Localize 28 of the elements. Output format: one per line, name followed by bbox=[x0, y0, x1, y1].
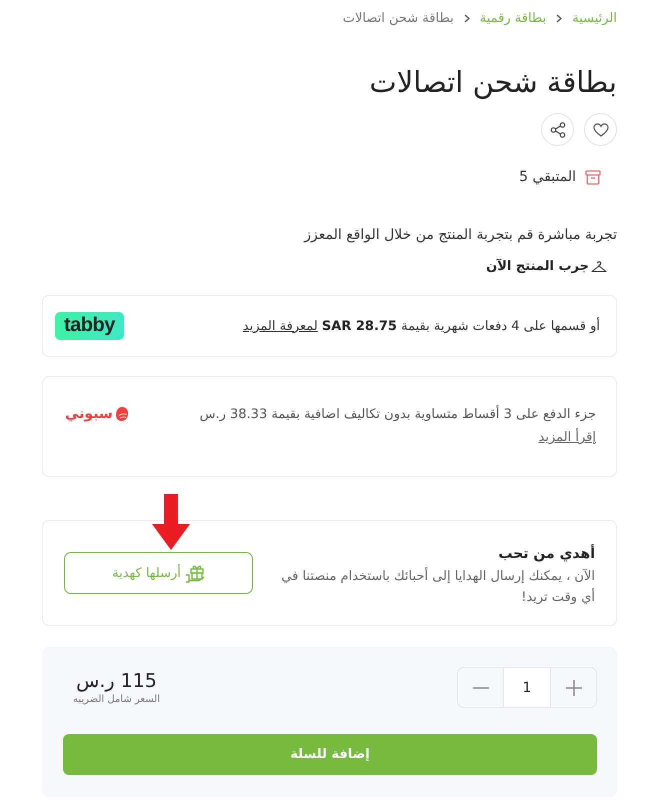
breadcrumb-item: بطاقة شحن اتصالات bbox=[342, 10, 454, 26]
ar-description: تجربة مباشرة قم بتجربة المنتج من خلال الواقع المعزز bbox=[302, 226, 617, 245]
product-title: بطاقة شحن اتصالات bbox=[368, 64, 617, 102]
provider-logo: tabby bbox=[55, 312, 124, 340]
down-arrow-icon bbox=[152, 494, 190, 550]
learn-more-link[interactable]: إقرأ المزيد bbox=[538, 430, 596, 445]
plus-icon bbox=[564, 678, 582, 696]
gift-title: أهدي من تحب bbox=[497, 544, 595, 564]
gift-icon bbox=[184, 564, 205, 582]
share-icon bbox=[550, 122, 566, 138]
provider-logo: سبوني bbox=[65, 406, 113, 422]
learn-more-link[interactable]: لمعرفة المزيد bbox=[242, 318, 318, 334]
minus-icon bbox=[472, 686, 490, 688]
heart-icon bbox=[592, 122, 608, 136]
chevron-icon bbox=[464, 14, 470, 22]
box-icon bbox=[585, 170, 601, 184]
try-product-link[interactable]: جرب المنتج الآن bbox=[486, 259, 589, 274]
hanger-icon bbox=[591, 260, 607, 273]
price-note: السعر شامل الضريبه bbox=[73, 692, 160, 706]
logo-icon bbox=[114, 406, 129, 422]
installment-text: جزء الدفع على 3 أقساط متساوية بدون تكاليف اضافية بقيمة 38.33 ر.س إقرأ المزيد bbox=[198, 404, 596, 447]
quantity-field[interactable]: 1 bbox=[503, 668, 551, 707]
price: 115 ر.س bbox=[76, 668, 157, 692]
chevron-icon bbox=[556, 14, 562, 22]
favorite-button[interactable] bbox=[584, 113, 617, 146]
stock-count: المتبقي 5 bbox=[519, 169, 576, 185]
gift-description: الآن ، يمكنك إرسال الهدايا إلى أحبائك باستخدام منصتنا في أي وقت تريد! bbox=[280, 566, 595, 607]
share-button[interactable] bbox=[541, 113, 574, 146]
